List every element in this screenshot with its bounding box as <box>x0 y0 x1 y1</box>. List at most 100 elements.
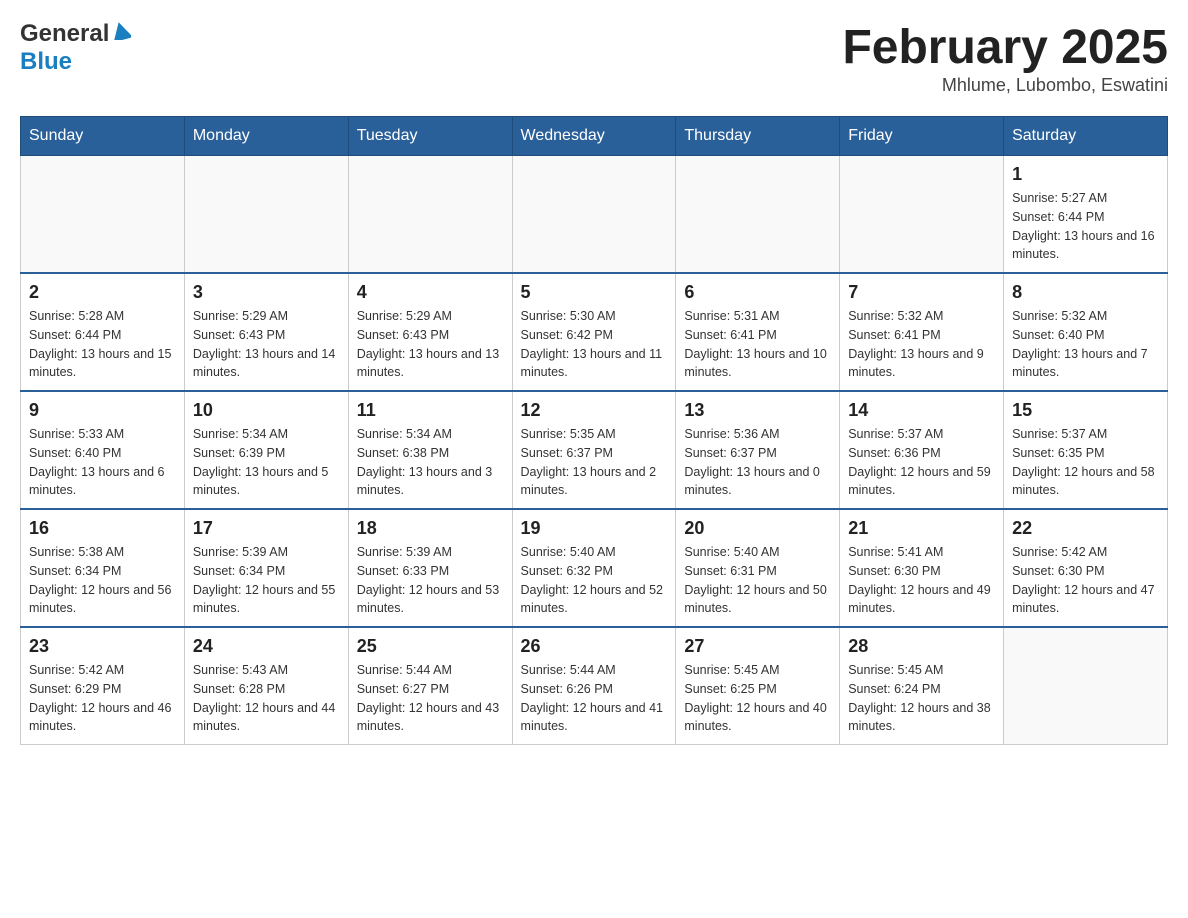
day-number: 20 <box>684 518 831 539</box>
day-number: 17 <box>193 518 340 539</box>
day-number: 1 <box>1012 164 1159 185</box>
calendar-cell: 14 Sunrise: 5:37 AMSunset: 6:36 PMDayligh… <box>840 391 1004 509</box>
day-number: 23 <box>29 636 176 657</box>
day-info: Sunrise: 5:42 AMSunset: 6:30 PMDaylight:… <box>1012 543 1159 618</box>
page-header: General Blue February 2025 Mhlume, Lubom… <box>20 20 1168 96</box>
day-info: Sunrise: 5:34 AMSunset: 6:39 PMDaylight:… <box>193 425 340 500</box>
day-info: Sunrise: 5:42 AMSunset: 6:29 PMDaylight:… <box>29 661 176 736</box>
calendar-cell: 13 Sunrise: 5:36 AMSunset: 6:37 PMDayligh… <box>676 391 840 509</box>
weekday-header-friday: Friday <box>840 117 1004 156</box>
month-title: February 2025 <box>842 20 1168 75</box>
weekday-header-wednesday: Wednesday <box>512 117 676 156</box>
calendar-cell: 9 Sunrise: 5:33 AMSunset: 6:40 PMDaylight… <box>21 391 185 509</box>
calendar-cell <box>840 156 1004 274</box>
calendar-cell: 20 Sunrise: 5:40 AMSunset: 6:31 PMDayligh… <box>676 509 840 627</box>
day-number: 22 <box>1012 518 1159 539</box>
calendar-header-row: SundayMondayTuesdayWednesdayThursdayFrid… <box>21 117 1168 156</box>
day-number: 19 <box>521 518 668 539</box>
calendar-week-row: 1 Sunrise: 5:27 AMSunset: 6:44 PMDaylight… <box>21 156 1168 274</box>
day-number: 6 <box>684 282 831 303</box>
calendar-cell: 26Sunrise: 5:44 AMSunset: 6:26 PMDayligh… <box>512 627 676 745</box>
day-number: 4 <box>357 282 504 303</box>
day-number: 2 <box>29 282 176 303</box>
day-info: Sunrise: 5:32 AMSunset: 6:41 PMDaylight:… <box>848 307 995 382</box>
logo: General Blue <box>20 20 131 76</box>
calendar-cell: 27 Sunrise: 5:45 AMSunset: 6:25 PMDayligh… <box>676 627 840 745</box>
calendar-cell: 28 Sunrise: 5:45 AMSunset: 6:24 PMDayligh… <box>840 627 1004 745</box>
day-info: Sunrise: 5:43 AMSunset: 6:28 PMDaylight:… <box>193 661 340 736</box>
day-info: Sunrise: 5:38 AMSunset: 6:34 PMDaylight:… <box>29 543 176 618</box>
day-number: 5 <box>521 282 668 303</box>
day-info: Sunrise: 5:33 AMSunset: 6:40 PMDaylight:… <box>29 425 176 500</box>
day-info: Sunrise: 5:40 AMSunset: 6:31 PMDaylight:… <box>684 543 831 618</box>
day-number: 21 <box>848 518 995 539</box>
day-info: Sunrise: 5:35 AMSunset: 6:37 PMDaylight:… <box>521 425 668 500</box>
day-info: Sunrise: 5:37 AMSunset: 6:36 PMDaylight:… <box>848 425 995 500</box>
day-info: Sunrise: 5:39 AMSunset: 6:33 PMDaylight:… <box>357 543 504 618</box>
day-info: Sunrise: 5:36 AMSunset: 6:37 PMDaylight:… <box>684 425 831 500</box>
calendar-cell: 5Sunrise: 5:30 AMSunset: 6:42 PMDaylight… <box>512 273 676 391</box>
calendar-cell: 18 Sunrise: 5:39 AMSunset: 6:33 PMDayligh… <box>348 509 512 627</box>
calendar-cell: 22 Sunrise: 5:42 AMSunset: 6:30 PMDayligh… <box>1004 509 1168 627</box>
day-number: 7 <box>848 282 995 303</box>
day-number: 27 <box>684 636 831 657</box>
title-area: February 2025 Mhlume, Lubombo, Eswatini <box>842 20 1168 96</box>
logo-blue-text: Blue <box>20 48 72 75</box>
day-info: Sunrise: 5:45 AMSunset: 6:24 PMDaylight:… <box>848 661 995 736</box>
calendar-cell: 2 Sunrise: 5:28 AMSunset: 6:44 PMDaylight… <box>21 273 185 391</box>
day-info: Sunrise: 5:45 AMSunset: 6:25 PMDaylight:… <box>684 661 831 736</box>
weekday-header-thursday: Thursday <box>676 117 840 156</box>
calendar-cell: 24Sunrise: 5:43 AMSunset: 6:28 PMDayligh… <box>184 627 348 745</box>
logo-general-text: General <box>20 20 109 48</box>
calendar-cell: 1 Sunrise: 5:27 AMSunset: 6:44 PMDaylight… <box>1004 156 1168 274</box>
day-info: Sunrise: 5:29 AMSunset: 6:43 PMDaylight:… <box>357 307 504 382</box>
day-number: 8 <box>1012 282 1159 303</box>
calendar-cell: 15Sunrise: 5:37 AMSunset: 6:35 PMDayligh… <box>1004 391 1168 509</box>
day-number: 13 <box>684 400 831 421</box>
day-info: Sunrise: 5:29 AMSunset: 6:43 PMDaylight:… <box>193 307 340 382</box>
calendar-cell: 17Sunrise: 5:39 AMSunset: 6:34 PMDayligh… <box>184 509 348 627</box>
day-info: Sunrise: 5:44 AMSunset: 6:26 PMDaylight:… <box>521 661 668 736</box>
day-number: 3 <box>193 282 340 303</box>
calendar-cell <box>184 156 348 274</box>
calendar-cell: 12 Sunrise: 5:35 AMSunset: 6:37 PMDayligh… <box>512 391 676 509</box>
calendar-cell <box>21 156 185 274</box>
calendar-cell: 6Sunrise: 5:31 AMSunset: 6:41 PMDaylight… <box>676 273 840 391</box>
day-info: Sunrise: 5:32 AMSunset: 6:40 PMDaylight:… <box>1012 307 1159 382</box>
weekday-header-saturday: Saturday <box>1004 117 1168 156</box>
day-info: Sunrise: 5:40 AMSunset: 6:32 PMDaylight:… <box>521 543 668 618</box>
day-number: 25 <box>357 636 504 657</box>
calendar-cell: 10 Sunrise: 5:34 AMSunset: 6:39 PMDayligh… <box>184 391 348 509</box>
calendar-cell: 25 Sunrise: 5:44 AMSunset: 6:27 PMDayligh… <box>348 627 512 745</box>
calendar-cell: 21 Sunrise: 5:41 AMSunset: 6:30 PMDayligh… <box>840 509 1004 627</box>
day-number: 15 <box>1012 400 1159 421</box>
calendar-cell: 4 Sunrise: 5:29 AMSunset: 6:43 PMDaylight… <box>348 273 512 391</box>
calendar-cell: 7 Sunrise: 5:32 AMSunset: 6:41 PMDaylight… <box>840 273 1004 391</box>
calendar-cell: 11Sunrise: 5:34 AMSunset: 6:38 PMDayligh… <box>348 391 512 509</box>
day-info: Sunrise: 5:27 AMSunset: 6:44 PMDaylight:… <box>1012 189 1159 264</box>
calendar-table: SundayMondayTuesdayWednesdayThursdayFrid… <box>20 116 1168 745</box>
day-number: 10 <box>193 400 340 421</box>
day-number: 16 <box>29 518 176 539</box>
day-number: 14 <box>848 400 995 421</box>
calendar-cell <box>348 156 512 274</box>
day-number: 12 <box>521 400 668 421</box>
logo-triangle-icon <box>111 22 131 45</box>
day-number: 11 <box>357 400 504 421</box>
day-info: Sunrise: 5:28 AMSunset: 6:44 PMDaylight:… <box>29 307 176 382</box>
calendar-week-row: 16 Sunrise: 5:38 AMSunset: 6:34 PMDayligh… <box>21 509 1168 627</box>
calendar-cell <box>676 156 840 274</box>
day-info: Sunrise: 5:41 AMSunset: 6:30 PMDaylight:… <box>848 543 995 618</box>
day-number: 9 <box>29 400 176 421</box>
weekday-header-monday: Monday <box>184 117 348 156</box>
calendar-cell <box>512 156 676 274</box>
calendar-cell: 16 Sunrise: 5:38 AMSunset: 6:34 PMDayligh… <box>21 509 185 627</box>
calendar-cell: 23 Sunrise: 5:42 AMSunset: 6:29 PMDayligh… <box>21 627 185 745</box>
day-number: 28 <box>848 636 995 657</box>
calendar-cell <box>1004 627 1168 745</box>
day-info: Sunrise: 5:44 AMSunset: 6:27 PMDaylight:… <box>357 661 504 736</box>
day-number: 18 <box>357 518 504 539</box>
location-subtitle: Mhlume, Lubombo, Eswatini <box>842 75 1168 96</box>
calendar-cell: 3 Sunrise: 5:29 AMSunset: 6:43 PMDaylight… <box>184 273 348 391</box>
weekday-header-tuesday: Tuesday <box>348 117 512 156</box>
